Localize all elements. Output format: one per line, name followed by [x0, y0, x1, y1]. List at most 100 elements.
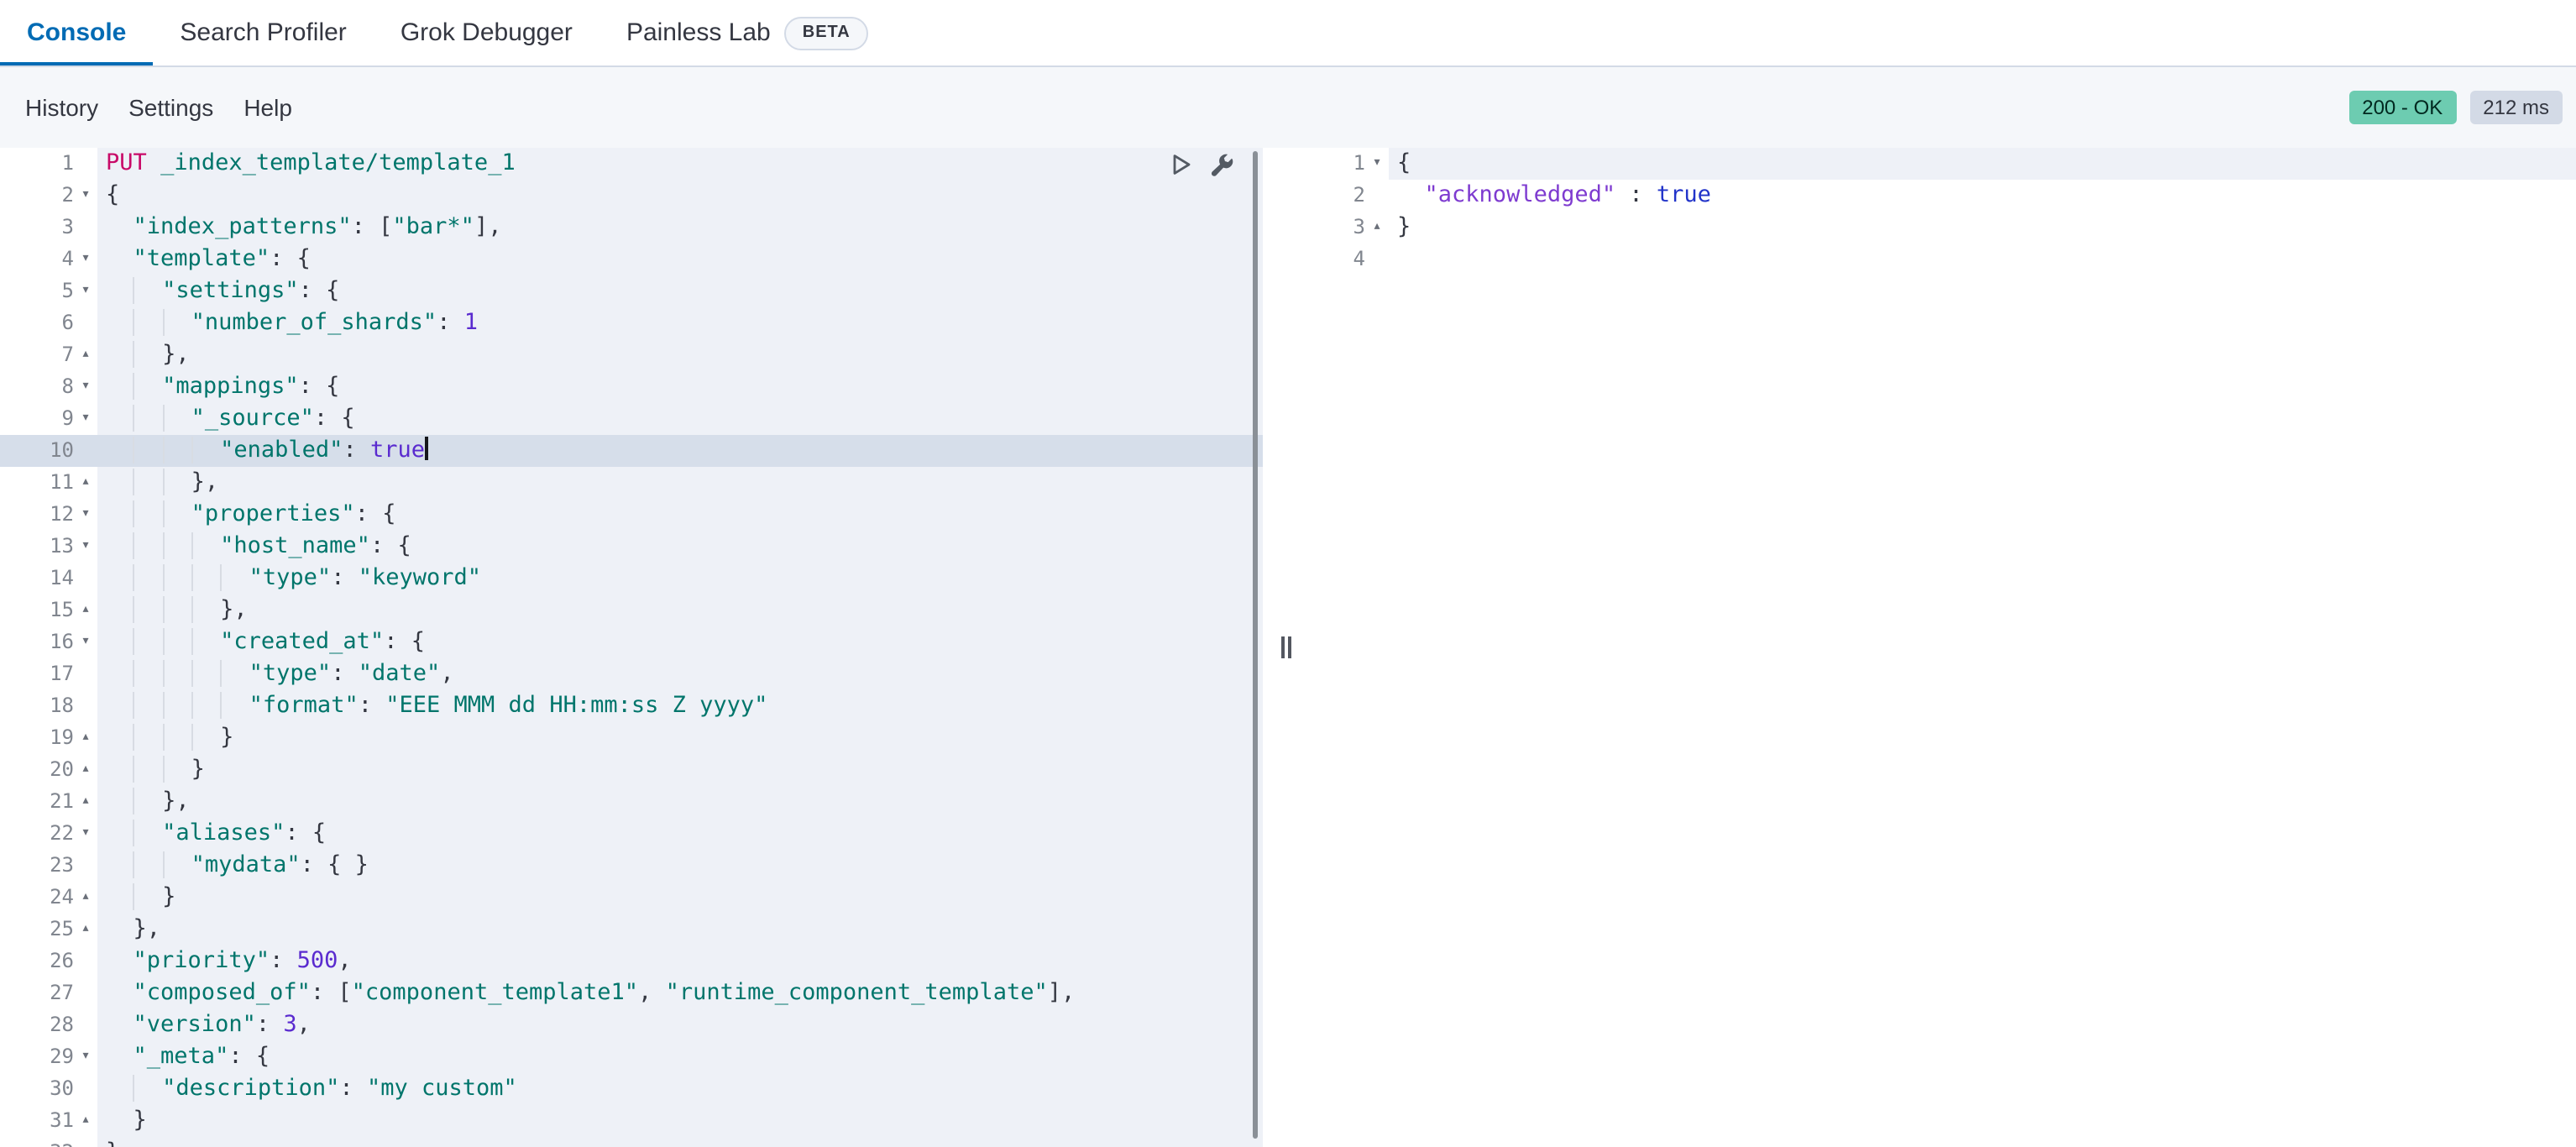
line-number-gutter: 21▴: [0, 786, 97, 818]
tab-console-label: Console: [27, 18, 126, 47]
line-number-gutter: 32: [0, 1137, 97, 1147]
request-line-6[interactable]: 6 "number_of_shards": 1: [0, 307, 1263, 339]
response-status-area: 200 - OK 212 ms: [2348, 91, 2563, 124]
fold-close-icon[interactable]: ▴: [74, 914, 97, 945]
fold-open-icon[interactable]: ▾: [74, 818, 97, 850]
line-number-gutter: 23: [0, 850, 97, 882]
request-line-5[interactable]: 5▾ "settings": {: [0, 275, 1263, 307]
line-number-gutter: 27: [0, 977, 97, 1009]
request-line-16[interactable]: 16▾ "created_at": {: [0, 626, 1263, 658]
fold-open-icon[interactable]: ▾: [74, 499, 97, 531]
request-line-10[interactable]: 10 "enabled": true: [0, 435, 1263, 467]
request-line-19[interactable]: 19▴ }: [0, 722, 1263, 754]
request-line-2[interactable]: 2▾{: [0, 180, 1263, 212]
fold-close-icon[interactable]: ▴: [1365, 212, 1389, 244]
fold-open-icon[interactable]: ▾: [1365, 148, 1389, 180]
fold-close-icon[interactable]: ▴: [74, 722, 97, 754]
request-line-22[interactable]: 22▾ "aliases": {: [0, 818, 1263, 850]
request-actions: [1167, 151, 1234, 178]
line-number-gutter: 11▴: [0, 467, 97, 499]
line-number-gutter: 8▾: [0, 371, 97, 403]
console-menus: History Settings Help: [10, 84, 307, 131]
line-number-gutter: 28: [0, 1009, 97, 1041]
request-line-13[interactable]: 13▾ "host_name": {: [0, 531, 1263, 563]
line-number-gutter: 30: [0, 1073, 97, 1105]
tab-painless-lab-label: Painless Lab: [626, 18, 771, 47]
settings-menu[interactable]: Settings: [113, 84, 228, 131]
request-line-3[interactable]: 3 "index_patterns": ["bar*"],: [0, 212, 1263, 244]
fold-close-icon[interactable]: ▴: [74, 754, 97, 786]
line-number-gutter: 7▴: [0, 339, 97, 371]
tab-grok-debugger[interactable]: Grok Debugger: [374, 0, 599, 65]
request-line-8[interactable]: 8▾ "mappings": {: [0, 371, 1263, 403]
request-line-17[interactable]: 17 "type": "date",: [0, 658, 1263, 690]
request-line-18[interactable]: 18 "format": "EEE MMM dd HH:mm:ss Z yyyy…: [0, 690, 1263, 722]
fold-close-icon[interactable]: ▴: [74, 594, 97, 626]
fold-close-icon[interactable]: ▴: [74, 882, 97, 914]
fold-close-icon[interactable]: ▴: [74, 1105, 97, 1137]
line-number-gutter: 24▴: [0, 882, 97, 914]
fold-open-icon[interactable]: ▾: [74, 531, 97, 563]
text-cursor: [425, 437, 428, 460]
response-line-4[interactable]: 4: [1308, 244, 2576, 275]
request-line-30[interactable]: 30 "description": "my custom": [0, 1073, 1263, 1105]
request-line-7[interactable]: 7▴ },: [0, 339, 1263, 371]
request-line-28[interactable]: 28 "version": 3,: [0, 1009, 1263, 1041]
fold-open-icon[interactable]: ▾: [74, 403, 97, 435]
fold-close-icon[interactable]: ▴: [74, 786, 97, 818]
fold-close-icon[interactable]: ▴: [74, 339, 97, 371]
request-line-21[interactable]: 21▴ },: [0, 786, 1263, 818]
fold-open-icon[interactable]: ▾: [74, 275, 97, 307]
beta-badge: BETA: [784, 16, 869, 50]
send-request-button[interactable]: [1167, 151, 1194, 178]
line-number-gutter: 5▾: [0, 275, 97, 307]
fold-open-icon[interactable]: ▾: [74, 244, 97, 275]
history-menu[interactable]: History: [10, 84, 113, 131]
request-options-button[interactable]: [1207, 151, 1234, 178]
fold-open-icon[interactable]: ▾: [74, 626, 97, 658]
request-line-23[interactable]: 23 "mydata": { }: [0, 850, 1263, 882]
tab-painless-lab[interactable]: Painless Lab BETA: [599, 0, 896, 65]
response-line-1[interactable]: 1▾{: [1308, 148, 2576, 180]
tab-console[interactable]: Console: [0, 0, 153, 65]
response-code: 1▾{2 "acknowledged" : true3▴}4: [1308, 148, 2576, 275]
line-number-gutter: 1: [0, 148, 97, 180]
fold-close-icon[interactable]: ▴: [74, 467, 97, 499]
line-number-gutter: 12▾: [0, 499, 97, 531]
fold-open-icon[interactable]: ▾: [74, 180, 97, 212]
response-editor[interactable]: 1▾{2 "acknowledged" : true3▴}4: [1308, 148, 2576, 1147]
dev-tools-tab-bar: Console Search Profiler Grok Debugger Pa…: [0, 0, 2576, 67]
line-number-gutter: 20▴: [0, 754, 97, 786]
request-code: 1PUT _index_template/template_12▾{3 "ind…: [0, 148, 1263, 1147]
request-line-1[interactable]: 1PUT _index_template/template_1: [0, 148, 1263, 180]
kibana-dev-tools-console: Console Search Profiler Grok Debugger Pa…: [0, 0, 2576, 1147]
request-editor[interactable]: 1PUT _index_template/template_12▾{3 "ind…: [0, 148, 1263, 1147]
request-line-31[interactable]: 31▴ }: [0, 1105, 1263, 1137]
line-number-gutter: 14: [0, 563, 97, 594]
response-line-3[interactable]: 3▴}: [1308, 212, 2576, 244]
request-line-25[interactable]: 25▴ },: [0, 914, 1263, 945]
response-line-2[interactable]: 2 "acknowledged" : true: [1308, 180, 2576, 212]
pane-resizer[interactable]: [1263, 148, 1308, 1147]
request-line-26[interactable]: 26 "priority": 500,: [0, 945, 1263, 977]
line-number-gutter: 4▾: [0, 244, 97, 275]
request-line-27[interactable]: 27 "composed_of": ["component_template1"…: [0, 977, 1263, 1009]
request-line-14[interactable]: 14 "type": "keyword": [0, 563, 1263, 594]
request-line-9[interactable]: 9▾ "_source": {: [0, 403, 1263, 435]
request-line-32[interactable]: 32}: [0, 1137, 1263, 1147]
help-menu[interactable]: Help: [228, 84, 307, 131]
fold-open-icon[interactable]: ▾: [74, 1041, 97, 1073]
scrollbar-thumb[interactable]: [1253, 151, 1258, 1139]
request-line-29[interactable]: 29▾ "_meta": {: [0, 1041, 1263, 1073]
fold-open-icon[interactable]: ▾: [74, 371, 97, 403]
tab-search-profiler[interactable]: Search Profiler: [153, 0, 373, 65]
request-line-11[interactable]: 11▴ },: [0, 467, 1263, 499]
line-number-gutter: 10: [0, 435, 97, 467]
request-line-12[interactable]: 12▾ "properties": {: [0, 499, 1263, 531]
request-line-20[interactable]: 20▴ }: [0, 754, 1263, 786]
request-line-24[interactable]: 24▴ }: [0, 882, 1263, 914]
status-code-badge: 200 - OK: [2348, 91, 2456, 124]
request-line-4[interactable]: 4▾ "template": {: [0, 244, 1263, 275]
request-line-15[interactable]: 15▴ },: [0, 594, 1263, 626]
line-number-gutter: 2▾: [0, 180, 97, 212]
